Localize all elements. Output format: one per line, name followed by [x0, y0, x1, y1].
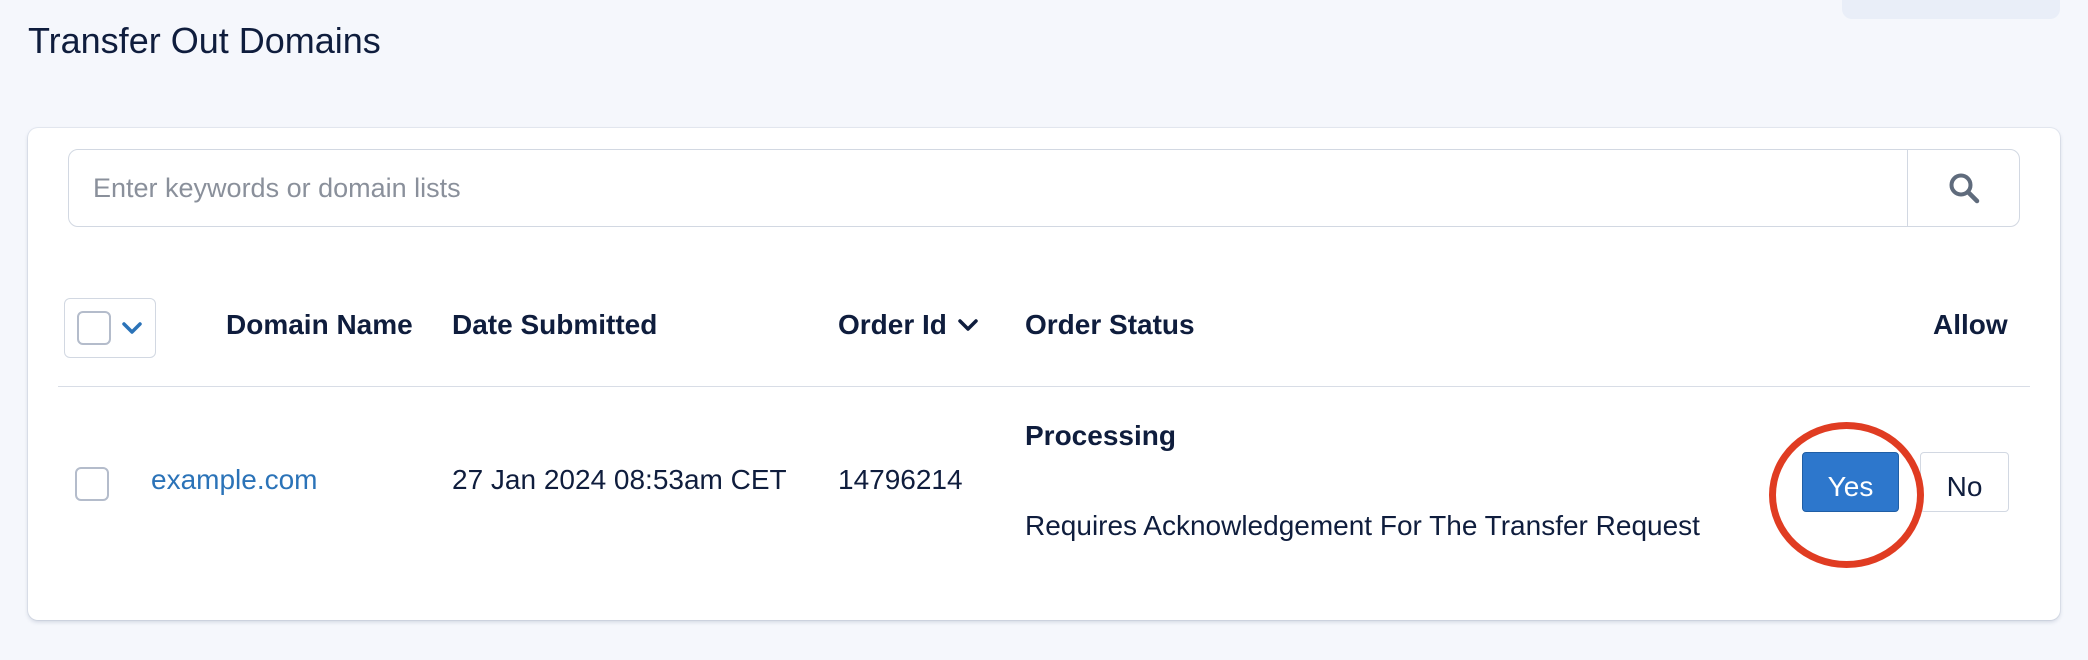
select-all-checkbox[interactable] [77, 311, 111, 345]
table-header: Domain Name Date Submitted Order Id Orde… [58, 268, 2030, 387]
order-id-cell: 14796214 [838, 464, 963, 495]
allow-no-button[interactable]: No [1920, 452, 2009, 512]
date-submitted-cell: 27 Jan 2024 08:53am CET [452, 464, 787, 495]
domain-name-link[interactable]: example.com [151, 464, 318, 495]
order-status-detail: Requires Acknowledgement For The Transfe… [1025, 510, 1700, 541]
search-bar [68, 149, 2020, 227]
page-title: Transfer Out Domains [28, 20, 381, 61]
column-header-order-id-label: Order Id [838, 309, 947, 340]
column-header-domain-name[interactable]: Domain Name [226, 309, 413, 341]
column-header-order-id[interactable]: Order Id [838, 309, 979, 341]
table-row: example.com 27 Jan 2024 08:53am CET 1479… [58, 388, 2030, 598]
sort-chevron-down-icon[interactable] [957, 317, 979, 333]
column-header-allow: Allow [1933, 309, 2008, 340]
search-input[interactable] [69, 150, 1907, 226]
column-header-date-submitted[interactable]: Date Submitted [452, 309, 657, 341]
select-all-dropdown[interactable] [64, 298, 156, 358]
search-icon [1949, 173, 1979, 204]
order-status-title: Processing [1025, 420, 1176, 451]
column-header-order-status[interactable]: Order Status [1025, 309, 1195, 341]
search-button[interactable] [1907, 150, 2019, 226]
chevron-down-icon[interactable] [121, 320, 143, 336]
allow-yes-button[interactable]: Yes [1802, 452, 1899, 512]
transfer-out-card: Domain Name Date Submitted Order Id Orde… [28, 128, 2060, 620]
top-right-tab [1842, 0, 2060, 19]
row-checkbox[interactable] [75, 467, 109, 501]
